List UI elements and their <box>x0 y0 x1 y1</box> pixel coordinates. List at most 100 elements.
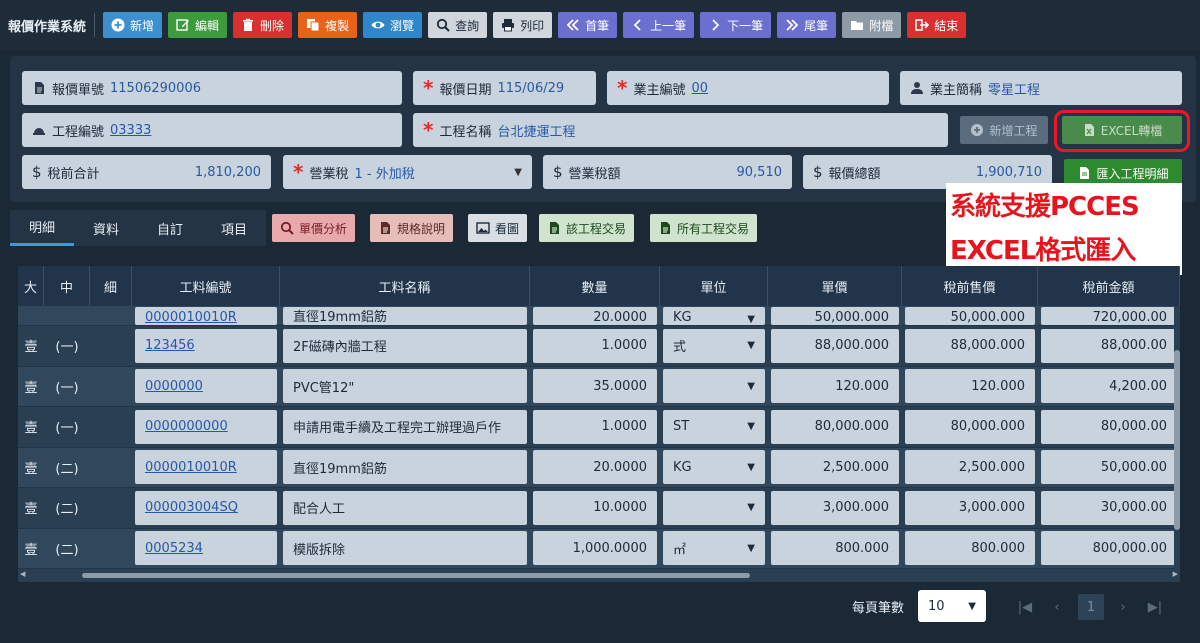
unit-price-input[interactable]: 3,000.000 <box>771 490 899 525</box>
unit-price-input[interactable]: 800.000 <box>771 531 899 566</box>
chevron-down-icon[interactable]: ▼ <box>747 502 755 513</box>
column-header[interactable]: 大 <box>18 266 44 306</box>
spec-description-button[interactable]: 規格說明 <box>370 214 454 242</box>
owner-code-field[interactable]: * 業主編號 00 <box>607 71 889 105</box>
current-page[interactable]: 1 <box>1078 594 1104 620</box>
last-record-button[interactable]: 尾筆 <box>777 12 837 38</box>
unit-price-input[interactable]: 2,500.000 <box>771 450 899 485</box>
arrow-right-icon[interactable]: ▶ <box>1173 570 1178 578</box>
column-header[interactable]: 數量 <box>530 266 660 306</box>
prev-record-button[interactable]: 上一筆 <box>623 12 695 38</box>
quantity-input[interactable]: 1.0000 <box>533 328 657 363</box>
unit-select[interactable]: ㎡ ▼ <box>663 531 765 566</box>
tab-3[interactable]: 自訂 <box>138 210 202 246</box>
pretax-price-input[interactable]: 120.000 <box>905 369 1035 404</box>
item-code-link[interactable]: 0000000000 <box>135 409 277 444</box>
arrow-left-icon[interactable]: ◀ <box>20 570 25 578</box>
owner-code-link[interactable]: 00 <box>691 81 708 96</box>
vertical-scrollbar[interactable] <box>1174 306 1180 570</box>
delete-button[interactable]: 刪除 <box>233 12 293 38</box>
unit-price-input[interactable]: 120.000 <box>771 369 899 404</box>
next-record-button[interactable]: 下一筆 <box>700 12 772 38</box>
quantity-input[interactable]: 1,000.0000 <box>533 531 657 566</box>
chevron-down-icon[interactable]: ▼ <box>747 340 755 351</box>
column-header[interactable]: 工料編號 <box>132 266 280 306</box>
pretax-price-input[interactable]: 800.000 <box>905 531 1035 566</box>
unit-select[interactable]: ▼ <box>663 369 765 404</box>
column-header[interactable]: 單價 <box>768 266 902 306</box>
column-header[interactable]: 單位 <box>660 266 768 306</box>
quantity-input[interactable]: 1.0000 <box>533 409 657 444</box>
table-row[interactable]: 壹 (二) 0000010010R 直徑19mm鋁筋 20.0000 KG ▼ 2,500.0… <box>18 447 1180 488</box>
item-name-input[interactable]: 直徑19mm鋁筋 <box>283 450 527 485</box>
item-code-link[interactable]: 0000000 <box>135 369 277 404</box>
column-header[interactable]: 稅前金額 <box>1038 266 1180 306</box>
chevron-down-icon[interactable]: ▼ <box>514 167 522 178</box>
attachment-button[interactable]: 附檔 <box>842 12 902 38</box>
add-project-button[interactable]: 新增工程 <box>960 116 1048 144</box>
item-code-link[interactable]: 000003004SQ <box>135 490 277 525</box>
pretax-price-input[interactable]: 3,000.000 <box>905 490 1035 525</box>
item-name-input[interactable]: 配合人工 <box>283 490 527 525</box>
unit-price-input[interactable]: 80,000.000 <box>771 409 899 444</box>
tab-1[interactable]: 明細 <box>10 210 74 246</box>
exit-button[interactable]: 結束 <box>907 12 967 38</box>
item-name-input[interactable]: 直徑19mm鋁筋 <box>283 307 527 325</box>
column-header[interactable]: 細 <box>90 266 132 306</box>
project-name-field[interactable]: * 工程名稱 台北捷運工程 <box>413 113 948 147</box>
per-page-select[interactable]: 10 ▼ <box>918 590 986 622</box>
item-code-link[interactable]: 123456 <box>135 328 277 363</box>
unit-price-input[interactable]: 50,000.000 <box>771 307 899 325</box>
table-row[interactable]: 壹 (一) 0000000 PVC管12" 35.0000 ▼ 120.000 120.000… <box>18 366 1180 407</box>
quote-no-field[interactable]: 報價單號 11506290006 <box>22 71 402 105</box>
item-code-link[interactable]: 0000010010R <box>135 450 277 485</box>
quantity-input[interactable]: 20.0000 <box>533 307 657 325</box>
browse-button[interactable]: 瀏覽 <box>363 12 423 38</box>
unit-select[interactable]: KG ▼ <box>663 307 765 325</box>
item-code-link[interactable]: 0005234 <box>135 531 277 566</box>
unit-select[interactable]: ▼ <box>663 490 765 525</box>
item-name-input[interactable]: 2F磁磚內牆工程 <box>283 328 527 363</box>
quantity-input[interactable]: 20.0000 <box>533 450 657 485</box>
tab-4[interactable]: 項目 <box>202 210 266 246</box>
unit-price-input[interactable]: 88,000.000 <box>771 328 899 363</box>
column-header[interactable]: 中 <box>44 266 90 306</box>
edit-button[interactable]: 編輯 <box>168 12 228 38</box>
query-button[interactable]: 查詢 <box>428 12 488 38</box>
item-code-link[interactable]: 0000010010R <box>135 307 277 325</box>
first-record-button[interactable]: 首筆 <box>558 12 618 38</box>
table-row[interactable]: 0000010010R 直徑19mm鋁筋 20.0000 KG ▼ 50,000.000 5… <box>18 306 1180 326</box>
project-code-link[interactable]: 03333 <box>110 123 151 138</box>
table-row[interactable]: 壹 (二) 000003004SQ 配合人工 10.0000 ▼ 3,000.000 3,00… <box>18 488 1180 529</box>
quantity-input[interactable]: 35.0000 <box>533 369 657 404</box>
project-code-field[interactable]: 工程編號 03333 <box>22 113 402 147</box>
pretax-price-input[interactable]: 80,000.000 <box>905 409 1035 444</box>
chevron-down-icon[interactable]: ▼ <box>747 381 755 392</box>
chevron-down-icon[interactable]: ▼ <box>747 543 755 554</box>
table-row[interactable]: 壹 (一) 0000000000 申請用電手續及工程完工辦理過戶作 1.0000 ST ▼ 8… <box>18 407 1180 448</box>
item-name-input[interactable]: PVC管12" <box>283 369 527 404</box>
project-transactions-button[interactable]: 該工程交易 <box>539 214 635 242</box>
all-project-transactions-button[interactable]: 所有工程交易 <box>650 214 758 242</box>
next-page-icon[interactable]: › <box>1110 594 1136 620</box>
owner-name-field[interactable]: 業主簡稱 零星工程 <box>900 71 1182 105</box>
scrollbar-thumb[interactable] <box>1174 350 1180 530</box>
prev-page-icon[interactable]: ‹ <box>1044 594 1070 620</box>
column-header[interactable]: 稅前售價 <box>902 266 1038 306</box>
pretax-price-input[interactable]: 50,000.000 <box>905 307 1035 325</box>
scrollbar-thumb[interactable] <box>82 573 750 578</box>
unit-select[interactable]: KG ▼ <box>663 450 765 485</box>
last-page-icon[interactable]: ▶| <box>1142 594 1168 620</box>
tax-type-select[interactable]: * 營業稅 1 - 外加稅 ▼ <box>283 155 532 189</box>
pretax-price-input[interactable]: 2,500.000 <box>905 450 1035 485</box>
add-button[interactable]: 新增 <box>103 12 163 38</box>
unit-select[interactable]: 式 ▼ <box>663 328 765 363</box>
unit-price-analysis-button[interactable]: 單價分析 <box>272 214 356 242</box>
chevron-down-icon[interactable]: ▼ <box>747 421 755 432</box>
column-header[interactable]: 工料名稱 <box>280 266 530 306</box>
item-name-input[interactable]: 模版拆除 <box>283 531 527 566</box>
horizontal-scrollbar[interactable]: ◀ ▶ <box>18 570 1180 580</box>
print-button[interactable]: 列印 <box>493 12 553 38</box>
view-image-button[interactable]: 看圖 <box>468 214 528 242</box>
quantity-input[interactable]: 10.0000 <box>533 490 657 525</box>
